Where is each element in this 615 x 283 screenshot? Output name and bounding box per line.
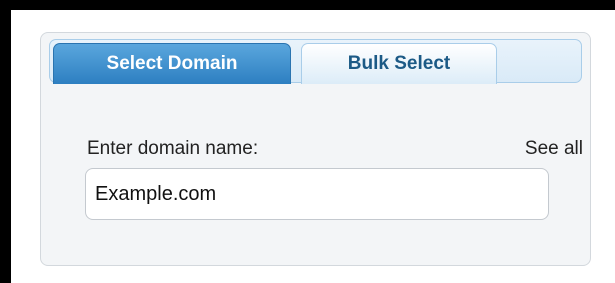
screenshot-canvas: Select Domain Bulk Select Enter domain n… <box>11 10 615 283</box>
tab-bulk-select-label: Bulk Select <box>347 53 451 74</box>
tab-bar: Select Domain Bulk Select <box>49 39 582 84</box>
domain-label-row: Enter domain name: See all <box>87 138 583 160</box>
tab-select-domain[interactable]: Select Domain <box>53 43 291 84</box>
tab-bulk-select[interactable]: Bulk Select <box>301 43 497 84</box>
domain-name-label: Enter domain name: <box>87 138 259 159</box>
domain-name-input[interactable] <box>85 168 549 220</box>
tab-select-domain-label: Select Domain <box>106 53 238 74</box>
domain-selector-panel: Select Domain Bulk Select Enter domain n… <box>40 32 591 266</box>
see-all-link[interactable]: See all <box>525 138 583 160</box>
